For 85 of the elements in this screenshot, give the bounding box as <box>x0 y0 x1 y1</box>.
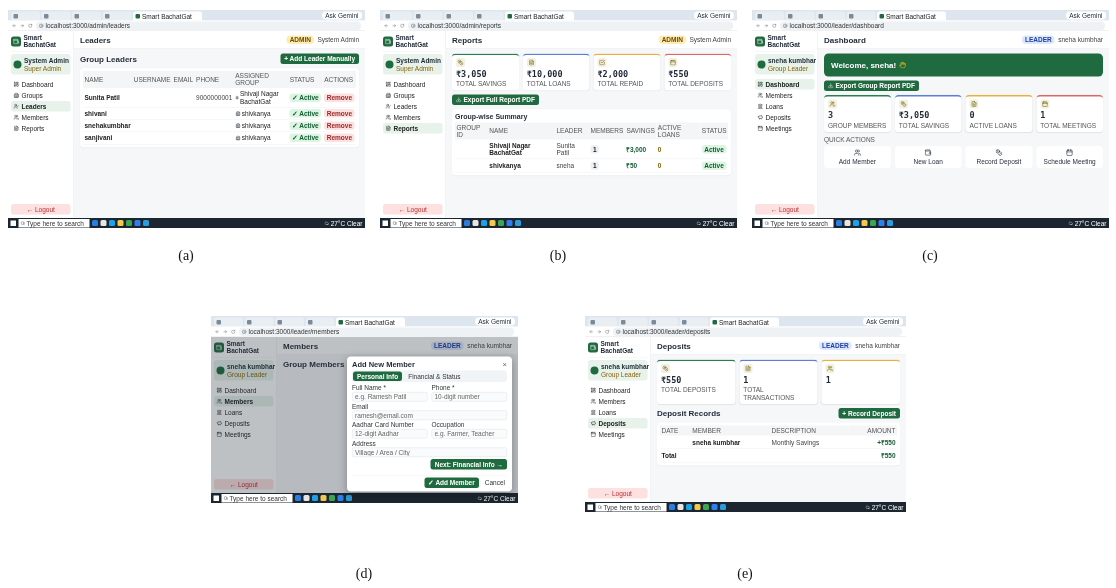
stat-value: ₹3,050 <box>898 110 930 120</box>
avatar-icon <box>385 60 393 69</box>
figure-caption: (a) <box>178 248 194 264</box>
browser-tab[interactable] <box>618 317 647 327</box>
figure-caption: (b) <box>549 248 567 264</box>
browser-tab[interactable] <box>274 317 304 327</box>
favicon-icon <box>104 13 109 19</box>
avatar-icon <box>590 366 598 375</box>
favicon-icon <box>135 13 140 19</box>
browser-tab[interactable] <box>754 11 784 21</box>
stat-value: 0 <box>969 110 976 120</box>
browser-tab[interactable] <box>382 11 412 21</box>
favicon-icon <box>848 13 853 19</box>
stat-value: ₹550 <box>667 68 690 79</box>
browser-tab[interactable] <box>474 11 503 21</box>
page-title: Deposits <box>656 341 691 351</box>
browser-tab[interactable] <box>679 317 708 327</box>
figure-caption: (e) <box>737 566 753 582</box>
favicon-icon <box>385 13 390 19</box>
favicon-icon <box>216 319 221 325</box>
windows-start-icon[interactable] <box>382 220 388 226</box>
browser-tab[interactable] <box>244 317 273 327</box>
browser-tab[interactable] <box>413 11 442 21</box>
favicon-icon <box>277 319 282 325</box>
favicon-icon <box>74 13 79 19</box>
favicon-icon <box>757 13 762 19</box>
windows-start-icon[interactable] <box>754 220 760 226</box>
favicon-icon <box>879 13 884 19</box>
logo-icon <box>754 36 765 47</box>
logo-icon <box>10 36 21 47</box>
welcome-title: Welcome, sneha! <box>830 60 896 70</box>
logo-icon <box>213 342 224 353</box>
favicon-icon <box>246 319 251 325</box>
page-title: Members <box>282 341 318 351</box>
stat-value: ₹2,000 <box>597 68 629 79</box>
browser-tab[interactable] <box>71 11 101 21</box>
logo-icon <box>382 36 393 47</box>
favicon-icon <box>476 13 481 19</box>
stat-value: ₹550 <box>660 374 682 385</box>
browser-tab[interactable] <box>815 11 845 21</box>
favicon-icon <box>590 319 595 325</box>
favicon-icon <box>787 13 792 19</box>
windows-start-icon[interactable] <box>213 495 219 501</box>
page-title: Dashboard <box>823 35 866 45</box>
browser-tab[interactable] <box>648 317 678 327</box>
section-title: Group Members <box>282 359 344 369</box>
browser-tab[interactable] <box>785 11 814 21</box>
favicon-icon <box>13 13 18 19</box>
browser-tab[interactable] <box>213 317 243 327</box>
avatar-icon <box>13 60 21 69</box>
section-title: Group Leaders <box>79 54 137 64</box>
favicon-icon <box>818 13 823 19</box>
browser-tab[interactable] <box>41 11 70 21</box>
stat-value: 1 <box>1039 110 1046 120</box>
browser-tab[interactable] <box>846 11 875 21</box>
windows-start-icon[interactable] <box>587 504 593 510</box>
avatar-icon <box>757 60 765 69</box>
browser-tab[interactable] <box>10 11 40 21</box>
browser-tab[interactable] <box>102 11 131 21</box>
favicon-icon <box>651 319 656 325</box>
section-title: Deposit Records <box>656 408 721 418</box>
favicon-icon <box>507 13 512 19</box>
stat-value: ₹3,050 <box>455 68 488 79</box>
page-title: Reports <box>451 35 482 45</box>
favicon-icon <box>620 319 625 325</box>
browser-tab[interactable] <box>305 317 334 327</box>
figure-caption: (c) <box>922 248 938 264</box>
browser-tab[interactable] <box>587 317 617 327</box>
windows-start-icon[interactable] <box>10 220 16 226</box>
stat-value: ₹10,000 <box>526 68 564 79</box>
favicon-icon <box>43 13 48 19</box>
favicon-icon <box>446 13 451 19</box>
figure-caption: (d) <box>355 566 373 582</box>
favicon-icon <box>681 319 686 325</box>
stat-value: 1 <box>825 374 832 385</box>
favicon-icon <box>712 319 717 325</box>
stat-value: 3 <box>827 110 834 120</box>
avatar-icon <box>216 366 224 375</box>
stat-value: 1 <box>742 374 749 385</box>
browser-tab[interactable] <box>443 11 473 21</box>
favicon-icon <box>415 13 420 19</box>
favicon-icon <box>338 319 343 325</box>
page-title: Leaders <box>79 35 111 45</box>
favicon-icon <box>307 319 312 325</box>
logo-icon <box>587 342 598 353</box>
